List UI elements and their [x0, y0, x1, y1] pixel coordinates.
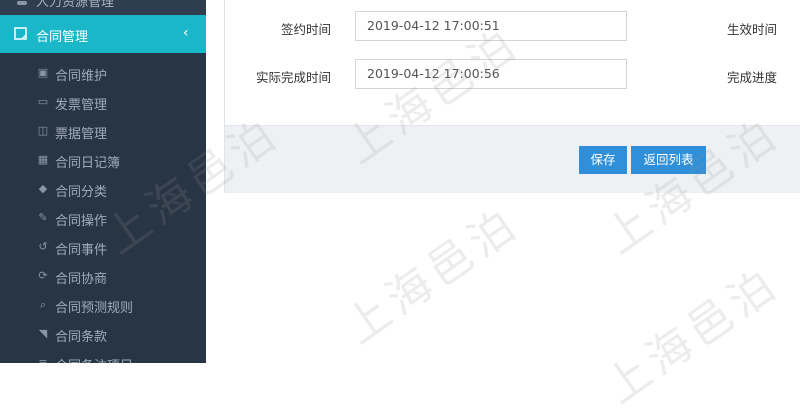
sidebar-item-contract-terms[interactable]: ◥ 合同条款	[0, 320, 206, 349]
calendar-icon: ▦	[37, 153, 49, 166]
chevron-left-icon[interactable]: ‹	[183, 25, 189, 41]
progress-label: 完成进度	[727, 70, 778, 85]
refresh-icon: ⟳	[38, 269, 48, 282]
sidebar-item-label: 发票管理	[55, 98, 108, 113]
watermark: 上海邑泊	[596, 257, 790, 414]
actual-complete-label: 实际完成时间	[255, 70, 331, 85]
sidebar-item-label: 合同操作	[55, 214, 108, 229]
sidebar-item-contract-operation[interactable]: ✎ 合同操作	[0, 204, 206, 233]
book-icon: ◫	[37, 124, 49, 137]
search-icon: ⌕	[39, 298, 47, 311]
wrench-icon: ✎	[38, 211, 48, 224]
sidebar-item-label: 合同管理	[36, 30, 89, 45]
file-edit-icon: ▣	[37, 66, 49, 79]
sidebar-item-contract-notes[interactable]: ≡ 合同备注项目	[0, 349, 206, 364]
sign-time-label: 签约时间	[280, 22, 331, 37]
sidebar-item-contract-maintenance[interactable]: ▣ 合同维护	[0, 59, 206, 88]
sidebar-item-contract-negotiation[interactable]: ⟳ 合同协商	[0, 262, 206, 291]
sidebar: 人力资源管理 合同管理 ‹ ▣ 合同维护 ▭ 发票管理 ◫ 票据管理 ▦ 合同日…	[0, 0, 206, 363]
contract-icon	[14, 27, 27, 40]
list-icon: ≡	[38, 356, 48, 364]
user-icon	[17, 1, 27, 5]
sidebar-item-forecast-rules[interactable]: ⌕ 合同预测规则	[0, 291, 206, 320]
sidebar-item-label: 合同维护	[55, 69, 108, 84]
sidebar-item-label: 合同事件	[55, 243, 108, 258]
sidebar-item-label: 合同条款	[55, 330, 108, 345]
effective-time-label: 生效时间	[727, 22, 778, 37]
save-button[interactable]: 保存	[579, 146, 627, 174]
sidebar-item-contract-category[interactable]: ◆ 合同分类	[0, 175, 206, 204]
sidebar-item-label: 人力资源管理	[36, 0, 115, 10]
sidebar-item-contract-events[interactable]: ↺ 合同事件	[0, 233, 206, 262]
sidebar-item-label: 合同预测规则	[55, 301, 134, 316]
sidebar-item-label: 合同日记簿	[55, 156, 121, 171]
tag-icon: ◥	[38, 327, 48, 340]
sidebar-item-invoice[interactable]: ▭ 发票管理	[0, 88, 206, 117]
history-icon: ↺	[38, 240, 48, 253]
sidebar-item-label: 合同分类	[55, 185, 108, 200]
contract-form-panel: 签约时间 2019-04-12 17:00:51 生效时间 实际完成时间 201…	[224, 0, 800, 193]
invoice-icon: ▭	[37, 95, 49, 108]
cubes-icon: ◆	[38, 182, 48, 195]
actual-complete-input[interactable]: 2019-04-12 17:00:56	[355, 59, 627, 89]
form-footer: 保存 返回列表	[225, 125, 800, 193]
sidebar-item-contract-journal[interactable]: ▦ 合同日记簿	[0, 146, 206, 175]
sidebar-item-label: 票据管理	[55, 127, 108, 142]
sidebar-item-contract-management[interactable]: 合同管理 ‹	[0, 15, 206, 53]
watermark: 上海邑泊	[336, 197, 530, 354]
sidebar-item-hr[interactable]: 人力资源管理	[0, 0, 206, 10]
sign-time-input[interactable]: 2019-04-12 17:00:51	[355, 11, 627, 41]
sidebar-item-label: 合同协商	[55, 272, 108, 287]
sidebar-item-label: 合同备注项目	[55, 355, 133, 363]
submenu: ▣ 合同维护 ▭ 发票管理 ◫ 票据管理 ▦ 合同日记簿 ◆ 合同分类 ✎ 合同…	[0, 53, 206, 363]
back-to-list-button[interactable]: 返回列表	[631, 146, 706, 174]
sidebar-item-bills[interactable]: ◫ 票据管理	[0, 117, 206, 146]
